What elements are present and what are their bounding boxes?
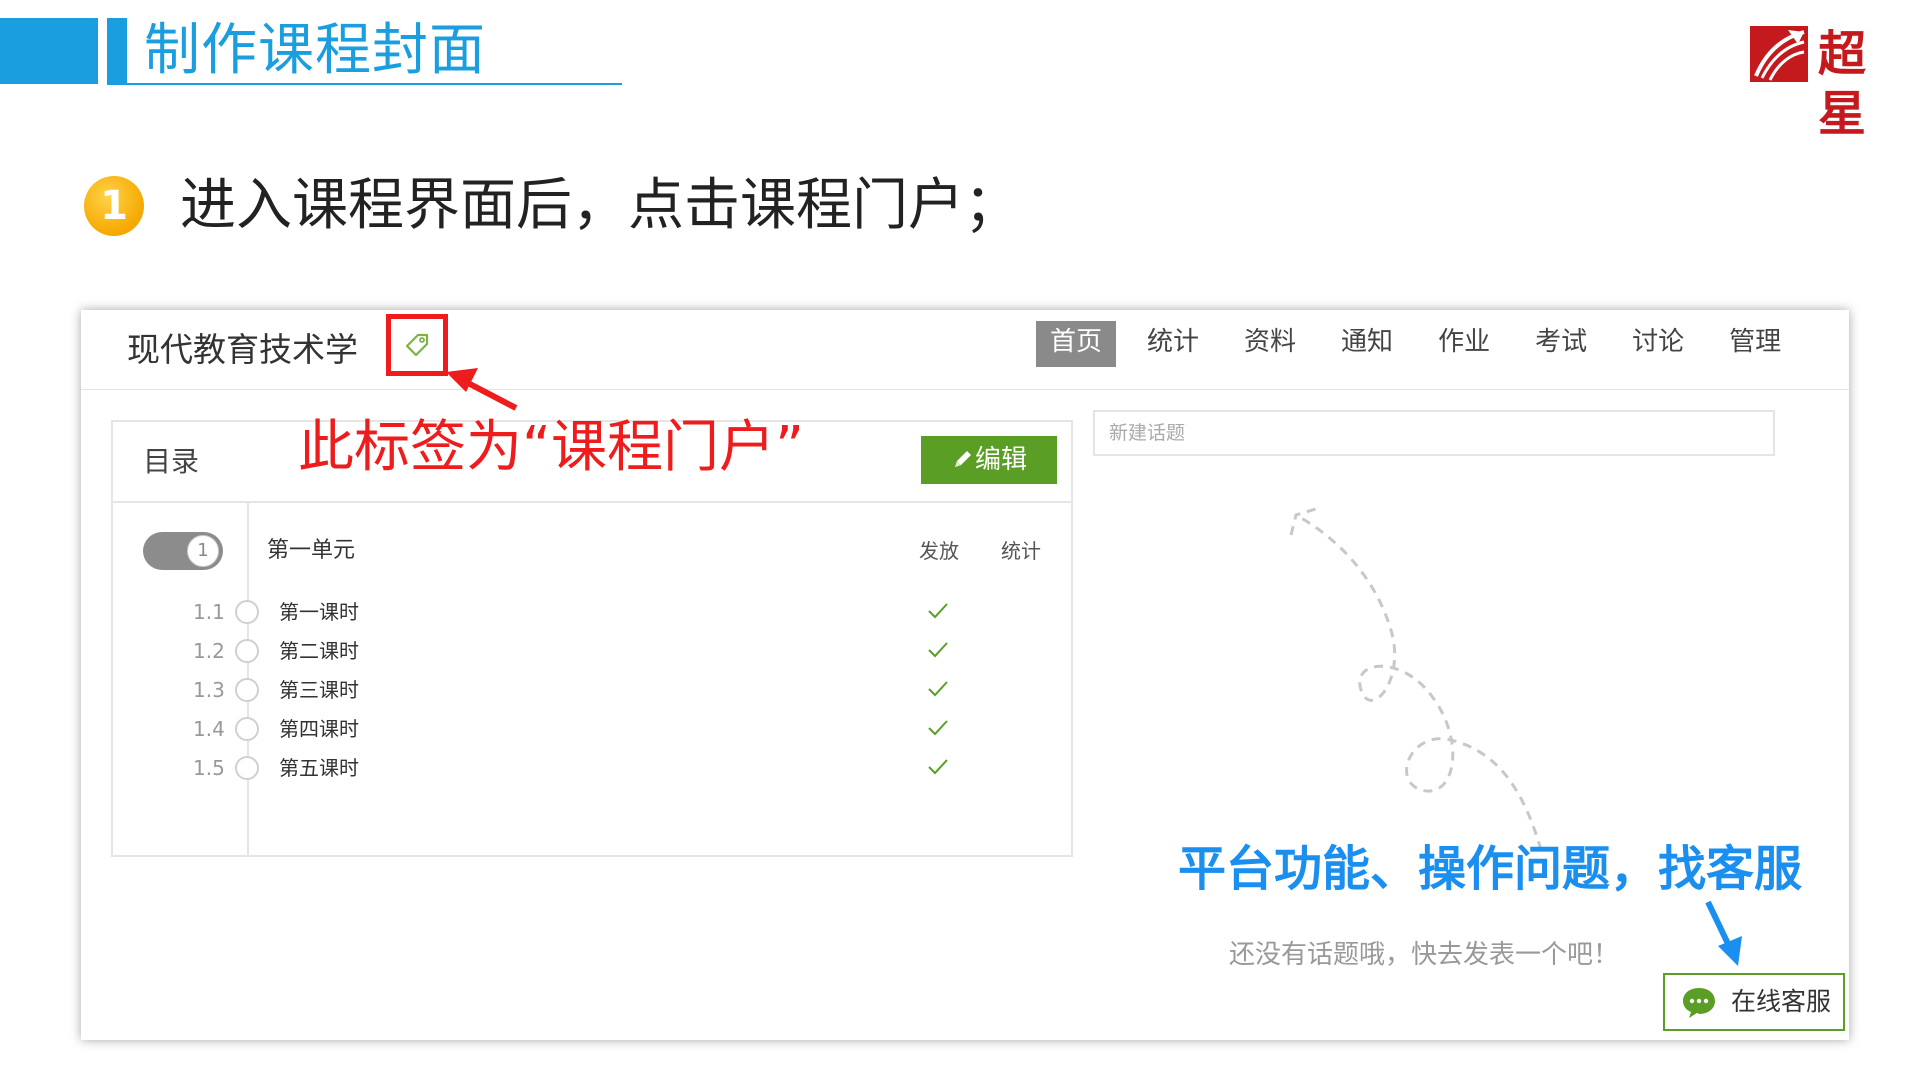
lesson-status-circle <box>235 756 259 780</box>
nav-tab-notices[interactable]: 通知 <box>1327 321 1407 367</box>
tag-annotation: 此标签为“课程门户” <box>298 415 805 480</box>
pencil-icon <box>954 451 971 467</box>
check-icon <box>928 759 948 775</box>
nav-tab-exams[interactable]: 考试 <box>1521 321 1601 367</box>
course-nav: 首页 统计 资料 通知 作业 考试 讨论 管理 <box>1036 321 1812 367</box>
header-accent-bar <box>0 18 98 84</box>
lesson-status-circle <box>235 717 259 741</box>
check-icon <box>928 603 948 619</box>
header-accent-stripe <box>107 18 127 84</box>
lesson-status-circle <box>235 678 259 702</box>
edit-button[interactable]: 编辑 <box>921 436 1057 484</box>
empty-state-arrow-illustration <box>1289 506 1543 851</box>
lesson-name[interactable]: 第四课时 <box>279 711 359 747</box>
lesson-row[interactable]: 1.2 第二课时 <box>113 633 1071 671</box>
catalog-panel: 目录 编辑 1 第一单元 发放 统计 1.1 第一课时 1.2 第二课时 1.3… <box>111 420 1073 857</box>
new-topic-input[interactable]: 新建话题 <box>1093 410 1775 456</box>
check-icon <box>928 720 948 736</box>
nav-tab-discussion[interactable]: 讨论 <box>1618 321 1698 367</box>
edit-button-label: 编辑 <box>974 445 1027 475</box>
header-underline <box>107 83 622 85</box>
lesson-name[interactable]: 第三课时 <box>279 672 359 708</box>
lesson-row[interactable]: 1.4 第四课时 <box>113 711 1071 749</box>
step-instruction: 进入课程界面后，点击课程门户； <box>180 173 1020 238</box>
chat-bubble-icon <box>1683 988 1715 1018</box>
tag-icon[interactable] <box>403 331 431 359</box>
nav-tab-statistics[interactable]: 统计 <box>1133 321 1213 367</box>
check-icon <box>928 642 948 658</box>
catalog-title: 目录 <box>143 445 200 478</box>
check-icon <box>928 681 948 697</box>
lesson-number: 1.2 <box>193 639 225 663</box>
unit-title[interactable]: 第一单元 <box>267 534 355 568</box>
lesson-status-circle <box>235 600 259 624</box>
lesson-number: 1.5 <box>193 756 225 780</box>
empty-topics-message: 还没有话题哦，快去发表一个吧！ <box>1229 940 1620 970</box>
lesson-number: 1.3 <box>193 678 225 702</box>
course-portal-tag-highlight[interactable] <box>386 314 448 376</box>
course-name: 现代教育技术学 <box>127 330 358 369</box>
lesson-name[interactable]: 第二课时 <box>279 633 359 669</box>
nav-tab-manage[interactable]: 管理 <box>1715 321 1795 367</box>
unit-index: 1 <box>187 535 219 567</box>
nav-tab-materials[interactable]: 资料 <box>1230 321 1310 367</box>
column-header-statistics: 统计 <box>1001 539 1041 563</box>
lesson-row[interactable]: 1.3 第三课时 <box>113 672 1071 710</box>
lesson-name[interactable]: 第五课时 <box>279 750 359 786</box>
service-annotation: 平台功能、操作问题，找客服 <box>1178 841 1803 897</box>
step-number-badge: 1 <box>84 176 144 236</box>
lesson-number: 1.4 <box>193 717 225 741</box>
nav-tab-home[interactable]: 首页 <box>1036 321 1117 367</box>
chaoxing-logo: 超星 <box>1748 22 1908 142</box>
unit-toggle[interactable]: 1 <box>143 532 223 570</box>
online-service-label: 在线客服 <box>1731 987 1832 1016</box>
online-service-button[interactable]: 在线客服 <box>1663 973 1845 1031</box>
lesson-status-circle <box>235 639 259 663</box>
slide-title: 制作课程封面 <box>144 18 486 83</box>
lesson-row[interactable]: 1.1 第一课时 <box>113 594 1071 632</box>
lesson-name[interactable]: 第一课时 <box>279 594 359 630</box>
column-header-release: 发放 <box>919 539 959 563</box>
course-top-bar: 现代教育技术学 首页 统计 资料 通知 作业 考试 讨论 管理 <box>81 310 1849 390</box>
logo-text: 超星 <box>1818 26 1867 142</box>
nav-tab-homework[interactable]: 作业 <box>1424 321 1504 367</box>
lesson-number: 1.1 <box>193 600 225 624</box>
chaoxing-logo-mark <box>1750 26 1808 82</box>
lesson-row[interactable]: 1.5 第五课时 <box>113 750 1071 788</box>
